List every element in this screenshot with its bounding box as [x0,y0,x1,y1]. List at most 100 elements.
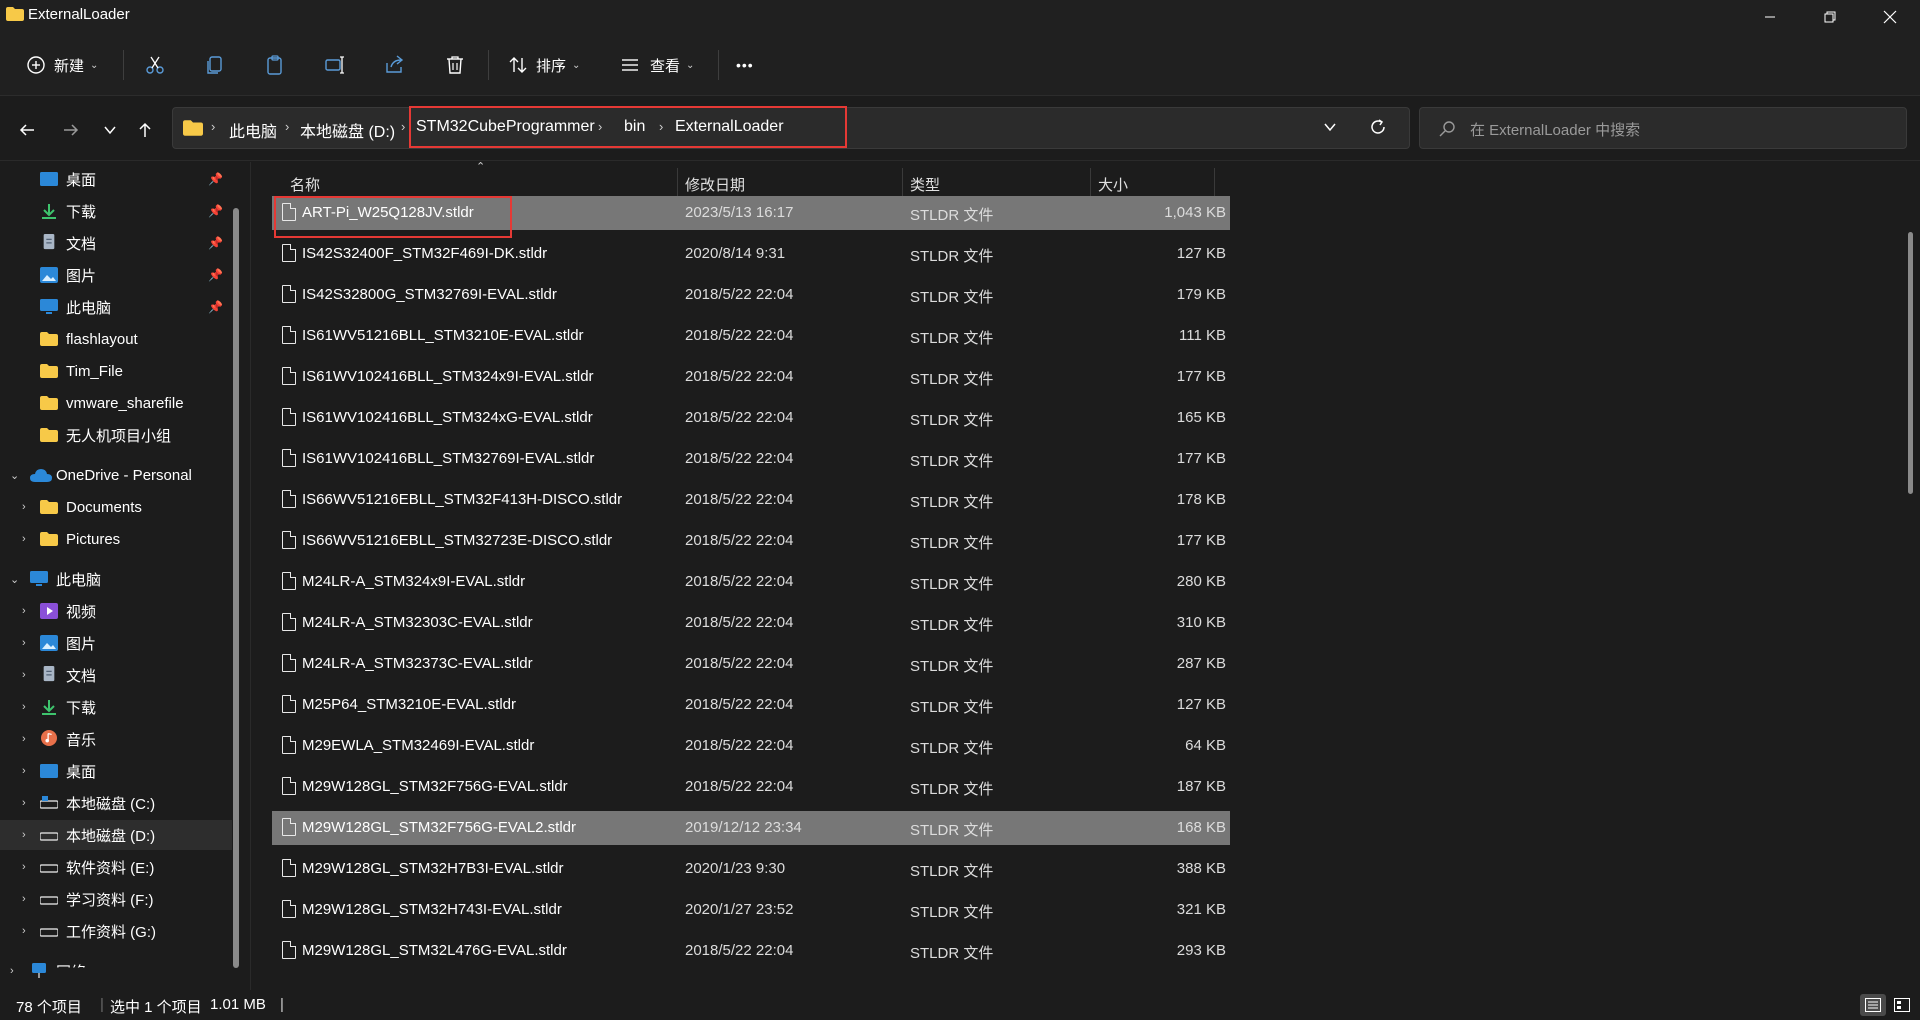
address-history-button[interactable] [1323,120,1337,138]
file-row[interactable]: M29W128GL_STM32F756G-EVAL.stldr 2018/5/22… [272,770,1230,804]
sidebar-item-videos[interactable]: › 视频 [0,596,232,626]
file-type: STLDR 文件 [910,453,994,470]
file-name: IS61WV102416BLL_STM324x9I-EVAL.stldr [302,368,594,385]
pane-divider[interactable] [250,162,251,990]
sidebar-item-pictures[interactable]: 图片 📌 [0,260,232,290]
sidebar-item-desktop[interactable]: 桌面 📌 [0,164,232,194]
file-row[interactable]: M29W128GL_STM32H743I-EVAL.stldr 2020/1/27… [272,893,1230,927]
sidebar-item-label: 图片 [66,635,97,653]
more-options-button[interactable]: ••• [736,48,754,82]
paste-button[interactable] [264,48,286,82]
file-row[interactable]: M24LR-A_STM324x9I-EVAL.stldr 2018/5/22 22… [272,565,1230,599]
file-type: STLDR 文件 [910,289,994,306]
forward-button[interactable] [54,113,88,147]
chevron-right-icon: › [211,119,216,134]
sidebar-item-flashlayout[interactable]: flashlayout [0,324,232,354]
file-row[interactable]: IS61WV102416BLL_STM324xG-EVAL.stldr 2018/… [272,401,1230,435]
recent-locations-button[interactable] [93,113,127,147]
sidebar-item-pc-desktop[interactable]: › 桌面 [0,756,232,786]
file-row[interactable]: M24LR-A_STM32303C-EVAL.stldr 2018/5/22 22… [272,606,1230,640]
file-row[interactable]: IS42S32800G_STM32769I-EVAL.stldr 2018/5/2… [272,278,1230,312]
file-type: STLDR 文件 [910,248,994,265]
file-row[interactable]: M25P64_STM3210E-EVAL.stldr 2018/5/22 22:0… [272,688,1230,722]
file-row[interactable]: IS66WV51216EBLL_STM32723E-DISCO.stldr 201… [272,524,1230,558]
file-row[interactable]: M24LR-A_STM32373C-EVAL.stldr 2018/5/22 22… [272,647,1230,681]
chevron-down-icon: ⌄ [572,59,581,71]
sidebar-item-label: 视频 [66,603,97,621]
sidebar-item-this-pc-pinned[interactable]: 此电脑 📌 [0,292,232,322]
file-date: 2018/5/22 22:04 [685,368,794,385]
breadcrumb-drive-d[interactable]: 本地磁盘 (D:) [300,118,395,142]
file-icon [282,736,296,754]
sidebar-item-this-pc[interactable]: ⌄ 此电脑 [0,564,232,594]
address-bar[interactable]: › 此电脑 › 本地磁盘 (D:) › STM32CubeProgrammer … [172,106,1410,149]
tiles-view-button[interactable] [1889,994,1915,1016]
file-row[interactable]: IS42S32400F_STM32F469I-DK.stldr 2020/8/14… [272,237,1230,271]
copy-button[interactable] [204,48,226,82]
sidebar-item-label: 音乐 [66,731,97,749]
cut-button[interactable] [144,48,166,82]
pictures-icon [40,267,58,283]
back-button[interactable] [10,113,44,147]
file-row[interactable]: IS61WV102416BLL_STM32769I-EVAL.stldr 2018… [272,442,1230,476]
file-size: 111 KB [1179,327,1226,344]
sidebar-item-downloads[interactable]: 下载 📌 [0,196,232,226]
sidebar-item-drive-g[interactable]: › 工作资料 (G:) [0,916,232,946]
file-row[interactable]: IS66WV51216EBLL_STM32F413H-DISCO.stldr 20… [272,483,1230,517]
breadcrumb-this-pc[interactable]: 此电脑 [229,118,277,142]
chevron-down-icon: ⌄ [10,469,20,482]
close-button[interactable] [1860,0,1920,34]
file-row[interactable]: M29EWLA_STM32469I-EVAL.stldr 2018/5/22 22… [272,729,1230,763]
sidebar-item-drone-group[interactable]: 无人机项目小组 [0,420,232,450]
share-button[interactable] [384,48,406,82]
file-type: STLDR 文件 [910,207,994,224]
file-size: 127 KB [1176,696,1226,713]
view-button[interactable]: 查看 ⌄ [620,48,694,82]
refresh-button[interactable] [1369,118,1387,140]
sidebar-item-label: 此电脑 [66,299,112,317]
chevron-right-icon: › [22,605,26,617]
rename-button[interactable] [324,48,346,82]
sidebar-item-pc-downloads[interactable]: › 下载 [0,692,232,722]
sidebar-item-label: flashlayout [66,330,138,348]
sidebar-item-drive-f[interactable]: › 学习资料 (F:) [0,884,232,914]
new-button[interactable]: 新建 ⌄ [26,48,98,82]
details-view-icon [1865,998,1881,1012]
up-button[interactable] [128,113,162,147]
sidebar-item-documents[interactable]: 文档 📌 [0,228,232,258]
sidebar-item-onedrive-documents[interactable]: › Documents [0,492,232,522]
sidebar-item-onedrive-pictures[interactable]: › Pictures [0,524,232,554]
file-name: M29W128GL_STM32H7B3I-EVAL.stldr [302,860,564,877]
sidebar-item-onedrive[interactable]: ⌄ OneDrive - Personal [0,460,232,490]
sidebar-item-drive-c[interactable]: › 本地磁盘 (C:) [0,788,232,818]
file-row[interactable]: IS61WV102416BLL_STM324x9I-EVAL.stldr 2018… [272,360,1230,394]
annotation-highlight-box [274,196,512,238]
file-row[interactable]: M29W128GL_STM32L476G-EVAL.stldr 2018/5/22… [272,934,1230,968]
minimize-button[interactable] [1740,0,1800,34]
sidebar-item-pc-pictures[interactable]: › 图片 [0,628,232,658]
sidebar-item-label: 本地磁盘 (D:) [66,827,156,845]
sidebar-item-tim-file[interactable]: Tim_File [0,356,232,386]
search-input[interactable]: 在 ExternalLoader 中搜索 [1419,107,1907,149]
file-row[interactable]: M29W128GL_STM32F756G-EVAL2.stldr 2019/12/… [272,811,1230,845]
file-type: STLDR 文件 [910,699,994,716]
restore-button[interactable] [1800,0,1860,34]
sort-button[interactable]: 排序 ⌄ [508,48,580,82]
sidebar-item-drive-d[interactable]: › 本地磁盘 (D:) [0,820,232,850]
delete-button[interactable] [444,48,466,82]
sidebar-item-vmware-sharefile[interactable]: vmware_sharefile [0,388,232,418]
sidebar-item-music[interactable]: › 音乐 [0,724,232,754]
pin-icon: 📌 [208,204,223,218]
sidebar-scrollbar[interactable] [233,208,239,968]
arrow-left-icon [19,124,34,136]
folder-icon [40,332,58,346]
sidebar-item-pc-documents[interactable]: › 文档 [0,660,232,690]
sidebar-item-network[interactable]: › 网络 [0,956,232,986]
file-list-scrollbar[interactable] [1908,232,1913,494]
file-row[interactable]: IS61WV51216BLL_STM3210E-EVAL.stldr 2018/5… [272,319,1230,353]
details-view-button[interactable] [1860,994,1886,1016]
file-icon [282,326,296,344]
file-row[interactable]: M29W128GL_STM32H7B3I-EVAL.stldr 2020/1/23… [272,852,1230,886]
file-date: 2018/5/22 22:04 [685,573,794,590]
sidebar-item-drive-e[interactable]: › 软件资料 (E:) [0,852,232,882]
